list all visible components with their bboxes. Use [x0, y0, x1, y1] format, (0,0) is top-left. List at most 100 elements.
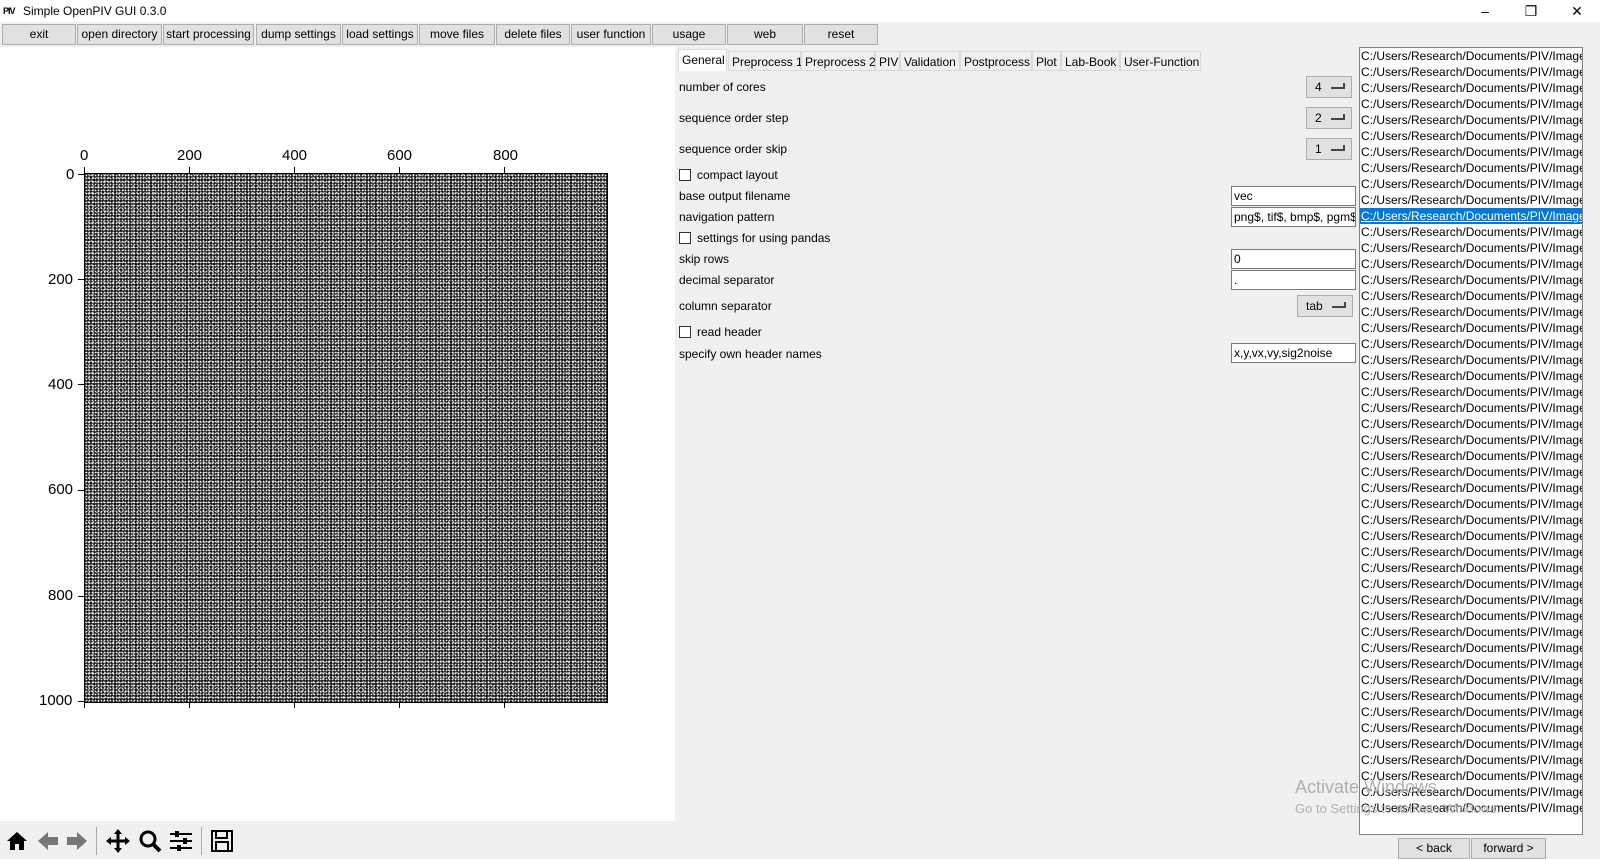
minimize-button[interactable]: – — [1462, 0, 1508, 22]
load-settings-button[interactable]: load settings — [342, 24, 418, 45]
file-list-item[interactable]: C:/Users/Research/Documents/PIV/Images — [1360, 672, 1582, 688]
file-list-item[interactable]: C:/Users/Research/Documents/PIV/Images — [1360, 224, 1582, 240]
file-list-item[interactable]: C:/Users/Research/Documents/PIV/Images — [1360, 576, 1582, 592]
file-list-item[interactable]: C:/Users/Research/Documents/PIV/Images — [1360, 688, 1582, 704]
user-function-button[interactable]: user function — [571, 24, 651, 45]
read-header-checkbox[interactable] — [679, 326, 691, 338]
home-icon[interactable] — [3, 827, 31, 855]
piv-particle-image[interactable] — [84, 173, 608, 703]
file-list-item[interactable]: C:/Users/Research/Documents/PIV/Images — [1360, 192, 1582, 208]
file-list-item[interactable]: C:/Users/Research/Documents/PIV/Images — [1360, 304, 1582, 320]
file-list-item[interactable]: C:/Users/Research/Documents/PIV/Images — [1360, 400, 1582, 416]
pan-icon[interactable] — [104, 827, 132, 855]
tab-plot[interactable]: Plot — [1032, 51, 1061, 71]
file-list-item[interactable]: C:/Users/Research/Documents/PIV/Images — [1360, 592, 1582, 608]
usage-button[interactable]: usage — [652, 24, 726, 45]
file-list-scrollbar[interactable] — [1583, 47, 1600, 859]
tab-postprocess[interactable]: Postprocess — [960, 51, 1032, 71]
file-list-item[interactable]: C:/Users/Research/Documents/PIV/Images — [1360, 256, 1582, 272]
tab-piv[interactable]: PIV — [875, 51, 900, 71]
window-title: Simple OpenPIV GUI 0.3.0 — [23, 4, 167, 18]
y-tick-label: 1000 — [39, 692, 73, 709]
settings-pandas-checkbox[interactable] — [679, 232, 691, 244]
dump-settings-button[interactable]: dump settings — [256, 24, 341, 45]
file-list-item[interactable]: C:/Users/Research/Documents/PIV/Images — [1360, 336, 1582, 352]
back-button[interactable]: < back — [1398, 838, 1470, 859]
navigation-pattern-input[interactable]: png$, tif$, bmp$, pgm$ — [1231, 207, 1356, 227]
file-list-item[interactable]: C:/Users/Research/Documents/PIV/Images — [1360, 368, 1582, 384]
file-list-item[interactable]: C:/Users/Research/Documents/PIV/Images — [1360, 464, 1582, 480]
column-separator-select[interactable]: tab — [1297, 295, 1353, 317]
file-list-item[interactable]: C:/Users/Research/Documents/PIV/Images — [1360, 288, 1582, 304]
back-arrow-icon[interactable] — [34, 827, 62, 855]
file-list-item[interactable]: C:/Users/Research/Documents/PIV/Images — [1360, 656, 1582, 672]
reset-button[interactable]: reset — [804, 24, 878, 45]
file-list-item[interactable]: C:/Users/Research/Documents/PIV/Images — [1360, 640, 1582, 656]
file-list-item[interactable]: C:/Users/Research/Documents/PIV/Images — [1360, 80, 1582, 96]
file-list-item[interactable]: C:/Users/Research/Documents/PIV/Images — [1360, 96, 1582, 112]
sequence-order-step-select[interactable]: 2 — [1306, 107, 1352, 129]
file-list-item[interactable]: C:/Users/Research/Documents/PIV/Images — [1360, 416, 1582, 432]
decimal-separator-label: decimal separator — [679, 273, 775, 287]
file-list-item[interactable]: C:/Users/Research/Documents/PIV/Images — [1360, 272, 1582, 288]
save-icon[interactable] — [208, 827, 236, 855]
number-of-cores-select[interactable]: 4 — [1306, 76, 1352, 98]
file-list-item[interactable]: C:/Users/Research/Documents/PIV/Images — [1360, 736, 1582, 752]
option-menu-indicator-icon — [1343, 114, 1345, 120]
base-output-filename-input[interactable]: vec — [1231, 186, 1356, 206]
file-list-item[interactable]: C:/Users/Research/Documents/PIV/Images — [1360, 512, 1582, 528]
file-list-item[interactable]: C:/Users/Research/Documents/PIV/Images — [1360, 624, 1582, 640]
file-listbox[interactable]: C:/Users/Research/Documents/PIV/Images C:… — [1359, 47, 1583, 835]
file-list-item[interactable]: C:/Users/Research/Documents/PIV/Images — [1360, 432, 1582, 448]
file-list-item[interactable]: C:/Users/Research/Documents/PIV/Images — [1360, 112, 1582, 128]
file-list-item[interactable]: C:/Users/Research/Documents/PIV/Images — [1360, 480, 1582, 496]
web-button[interactable]: web — [727, 24, 803, 45]
move-files-button[interactable]: move files — [419, 24, 495, 45]
file-list-item[interactable]: C:/Users/Research/Documents/PIV/Images — [1360, 208, 1582, 224]
open-directory-button[interactable]: open directory — [77, 24, 162, 45]
file-list-item[interactable]: C:/Users/Research/Documents/PIV/Images — [1360, 64, 1582, 80]
x-tick-label: 0 — [80, 147, 89, 164]
configure-subplots-icon[interactable] — [167, 827, 195, 855]
tab-user-function[interactable]: User-Function — [1120, 51, 1201, 71]
file-list-item[interactable]: C:/Users/Research/Documents/PIV/Images — [1360, 144, 1582, 160]
exit-button[interactable]: exit — [2, 24, 76, 45]
forward-arrow-icon[interactable] — [63, 827, 91, 855]
x-tick-label: 400 — [282, 147, 308, 164]
file-list-item[interactable]: C:/Users/Research/Documents/PIV/Images — [1360, 720, 1582, 736]
file-list-item[interactable]: C:/Users/Research/Documents/PIV/Images — [1360, 160, 1582, 176]
forward-button[interactable]: forward > — [1471, 838, 1546, 859]
sequence-order-skip-select[interactable]: 1 — [1306, 138, 1352, 160]
file-list-item[interactable]: C:/Users/Research/Documents/PIV/Images — [1360, 48, 1582, 64]
header-names-input[interactable]: x,y,vx,vy,sig2noise — [1231, 343, 1356, 363]
file-list-item[interactable]: C:/Users/Research/Documents/PIV/Images — [1360, 384, 1582, 400]
file-list-item[interactable]: C:/Users/Research/Documents/PIV/Images — [1360, 320, 1582, 336]
file-list-item[interactable]: C:/Users/Research/Documents/PIV/Images — [1360, 752, 1582, 768]
start-processing-button[interactable]: start processing — [163, 24, 254, 45]
file-list-item[interactable]: C:/Users/Research/Documents/PIV/Images — [1360, 528, 1582, 544]
file-list-item[interactable]: C:/Users/Research/Documents/PIV/Images — [1360, 608, 1582, 624]
file-list-item[interactable]: C:/Users/Research/Documents/PIV/Images — [1360, 240, 1582, 256]
skip-rows-input[interactable]: 0 — [1231, 249, 1356, 269]
tab-preprocess-2[interactable]: Preprocess 2 — [801, 51, 876, 71]
skip-rows-label: skip rows — [679, 252, 730, 266]
file-list-item[interactable]: C:/Users/Research/Documents/PIV/Images — [1360, 176, 1582, 192]
delete-files-button[interactable]: delete files — [496, 24, 570, 45]
file-list-item[interactable]: C:/Users/Research/Documents/PIV/Images — [1360, 128, 1582, 144]
decimal-separator-input[interactable]: . — [1231, 270, 1356, 290]
compact-layout-checkbox[interactable] — [679, 169, 691, 181]
file-list-item[interactable]: C:/Users/Research/Documents/PIV/Images — [1360, 496, 1582, 512]
file-list-item[interactable]: C:/Users/Research/Documents/PIV/Images — [1360, 448, 1582, 464]
tab-general[interactable]: General — [678, 49, 727, 71]
x-tick-bottom — [399, 703, 400, 708]
tab-lab-book[interactable]: Lab-Book — [1061, 51, 1120, 71]
file-list-item[interactable]: C:/Users/Research/Documents/PIV/Images — [1360, 704, 1582, 720]
zoom-icon[interactable] — [136, 827, 164, 855]
file-list-item[interactable]: C:/Users/Research/Documents/PIV/Images — [1360, 544, 1582, 560]
file-list-item[interactable]: C:/Users/Research/Documents/PIV/Images — [1360, 352, 1582, 368]
maximize-button[interactable]: ❐ — [1508, 0, 1554, 22]
close-button[interactable]: ✕ — [1554, 0, 1600, 22]
tab-validation[interactable]: Validation — [900, 51, 960, 71]
tab-preprocess-1[interactable]: Preprocess 1 — [728, 51, 803, 71]
file-list-item[interactable]: C:/Users/Research/Documents/PIV/Images — [1360, 560, 1582, 576]
